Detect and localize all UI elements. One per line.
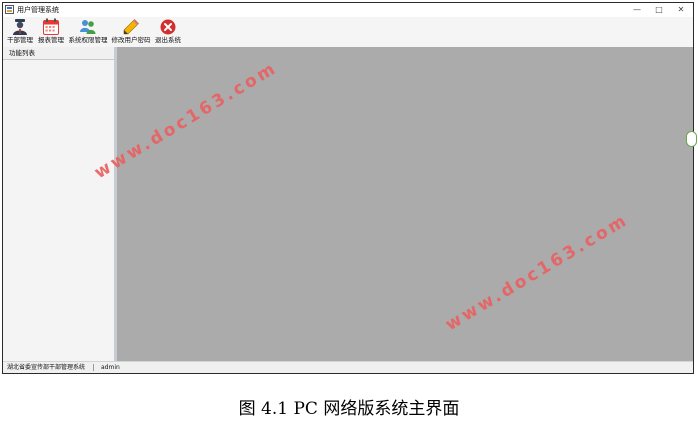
status-bar: 湖北省委宣传部干部管理系统 admin [3, 361, 693, 373]
maximize-button[interactable]: □ [649, 3, 669, 17]
app-window: 用户管理系统 — □ ✕ 干部管理 报表管理 系统权限管理 修改用户密码 退出系… [2, 2, 697, 374]
users-permission-icon [80, 20, 96, 34]
function-list-panel: 功能列表 [3, 47, 117, 363]
toolbar: 干部管理 报表管理 系统权限管理 修改用户密码 退出系统 [3, 17, 693, 47]
calendar-report-icon [43, 18, 59, 35]
toolbar-item-label: 报表管理 [38, 36, 64, 44]
app-icon [5, 5, 14, 14]
function-list-header: 功能列表 [3, 47, 114, 60]
toolbar-item-label: 修改用户密码 [111, 36, 151, 44]
change-password-button[interactable]: 修改用户密码 [111, 18, 151, 46]
window-title: 用户管理系统 [17, 6, 59, 14]
status-separator [93, 364, 94, 371]
exit-red-icon [160, 19, 176, 35]
report-management-button[interactable]: 报表管理 [37, 18, 65, 46]
toolbar-item-label: 干部管理 [7, 36, 33, 44]
close-button[interactable]: ✕ [671, 3, 691, 17]
status-username: admin [101, 364, 120, 371]
cadre-management-button[interactable]: 干部管理 [6, 18, 34, 46]
title-bar[interactable]: 用户管理系统 — □ ✕ [3, 3, 693, 18]
status-org-name: 湖北省委宣传部干部管理系统 [7, 364, 86, 371]
minimize-button[interactable]: — [627, 3, 647, 17]
edge-handle-icon[interactable] [686, 131, 697, 147]
system-permission-button[interactable]: 系统权限管理 [68, 18, 108, 46]
toolbar-item-label: 退出系统 [155, 36, 181, 44]
cadre-user-icon [13, 19, 27, 35]
toolbar-item-label: 系统权限管理 [68, 36, 108, 44]
exit-system-button[interactable]: 退出系统 [154, 18, 182, 46]
pencil-edit-icon [123, 19, 139, 35]
main-workspace[interactable] [117, 47, 693, 363]
figure-caption: 图 4.1 PC 网络版系统主界面 [238, 399, 460, 419]
